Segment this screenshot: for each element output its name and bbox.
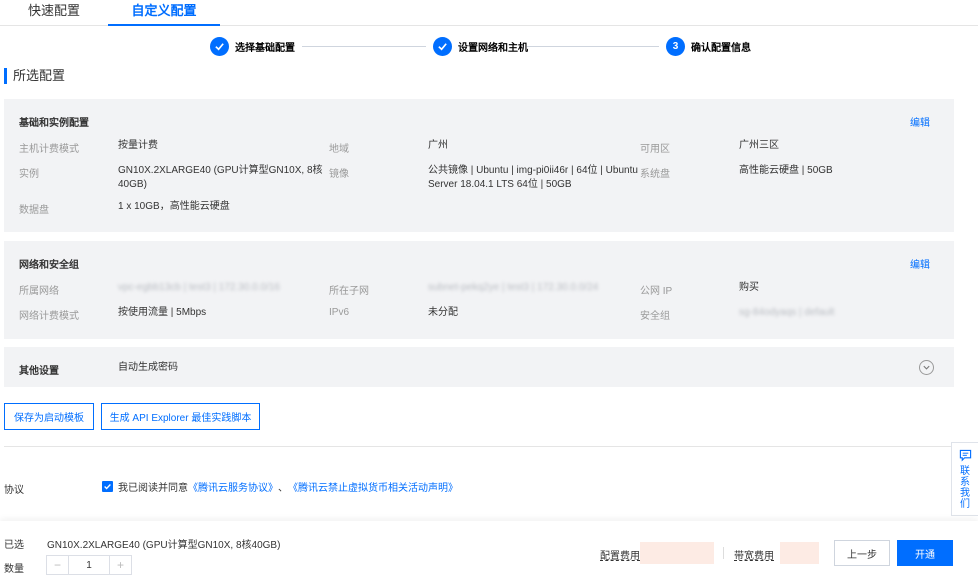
wizard-steps: 选择基础配置 设置网络和主机 3 确认配置信息 bbox=[0, 36, 978, 58]
quantity-increment-button[interactable]: + bbox=[109, 556, 131, 574]
ipv6-value: 未分配 bbox=[428, 307, 458, 318]
public-ip-value: 购买 bbox=[739, 282, 759, 293]
chat-icon bbox=[959, 449, 971, 462]
subnet-value: subnet-pekq2ye | test3 | 172.30.0.0/24 bbox=[428, 282, 599, 293]
open-instance-button[interactable]: 开通 bbox=[897, 540, 953, 566]
agreement-label: 协议 bbox=[4, 485, 24, 496]
instance-label: 实例 bbox=[19, 169, 39, 180]
quantity-input[interactable]: 1 bbox=[69, 556, 109, 574]
service-agreement-link[interactable]: 《腾讯云服务协议》 bbox=[188, 479, 278, 494]
step-connector bbox=[527, 46, 659, 47]
billing-mode-value: 按量计费 bbox=[118, 140, 158, 151]
step-connector bbox=[302, 46, 426, 47]
step-label: 确认配置信息 bbox=[691, 42, 751, 54]
system-disk-value: 高性能云硬盘 | 50GB bbox=[739, 165, 833, 176]
subnet-label: 所在子网 bbox=[329, 286, 369, 297]
vpc-label: 所属网络 bbox=[19, 286, 59, 297]
agreement-separator: 、 bbox=[278, 483, 288, 494]
config-fee-label: 配置费用 bbox=[600, 551, 640, 562]
quantity-stepper: − 1 + bbox=[46, 555, 132, 575]
public-ip-label: 公网 IP bbox=[640, 286, 673, 297]
step-label: 设置网络和主机 bbox=[458, 42, 528, 54]
save-as-template-button[interactable]: 保存为启动模板 bbox=[4, 403, 94, 430]
security-group-value: sg-84odyaqs | default bbox=[739, 307, 835, 318]
instance-value: GN10X.2XLARGE40 (GPU计算型GN10X, 8核 40GB) bbox=[118, 164, 323, 192]
network-billing-value: 按使用流量 | 5Mbps bbox=[118, 307, 207, 318]
agreement-row: 我已阅读并同意 《腾讯云服务协议》 、 《腾讯云禁止虚拟货币相关活动声明》 bbox=[102, 479, 458, 494]
divider bbox=[723, 547, 724, 559]
panel-title: 其他设置 bbox=[19, 366, 59, 377]
edit-basic-link[interactable]: 编辑 bbox=[910, 114, 930, 129]
zone-label: 可用区 bbox=[640, 144, 670, 155]
previous-step-button[interactable]: 上一步 bbox=[834, 540, 890, 566]
check-icon bbox=[104, 484, 111, 490]
check-icon bbox=[210, 36, 229, 56]
expand-other-settings-button[interactable] bbox=[919, 360, 934, 375]
chevron-down-icon bbox=[923, 365, 930, 370]
crypto-statement-link[interactable]: 《腾讯云禁止虚拟货币相关活动声明》 bbox=[288, 479, 458, 494]
region-value: 广州 bbox=[428, 140, 448, 151]
security-group-label: 安全组 bbox=[640, 311, 670, 322]
tab-quick-config[interactable]: 快速配置 bbox=[16, 0, 92, 26]
api-explorer-script-button[interactable]: 生成 API Explorer 最佳实践脚本 bbox=[101, 403, 260, 430]
step-number: 3 bbox=[666, 36, 685, 56]
page-title: 所选配置 bbox=[4, 68, 65, 84]
instance-value-line: 40GB) bbox=[118, 179, 147, 190]
panel-title: 基础和实例配置 bbox=[19, 118, 89, 129]
data-disk-value: 1 x 10GB，高性能云硬盘 bbox=[118, 201, 230, 212]
check-icon bbox=[433, 36, 452, 56]
panel-title: 网络和安全组 bbox=[19, 260, 79, 271]
step-label: 选择基础配置 bbox=[235, 42, 295, 54]
config-fee-value bbox=[640, 542, 714, 564]
agreement-text: 我已阅读并同意 bbox=[118, 483, 188, 494]
billing-mode-label: 主机计费模式 bbox=[19, 144, 79, 155]
image-value: 公共镜像 | Ubuntu | img-pi0ii46r | 64位 | Ubu… bbox=[428, 164, 638, 192]
zone-value: 广州三区 bbox=[739, 140, 779, 151]
instance-value-line: GN10X.2XLARGE40 (GPU计算型GN10X, 8核 bbox=[118, 165, 323, 176]
contact-us-label: 联系我们 bbox=[960, 466, 970, 510]
image-label: 镜像 bbox=[329, 169, 349, 180]
bandwidth-fee-label: 带宽费用 bbox=[734, 551, 774, 562]
vpc-value: vpc-egbb13cb | test3 | 172.30.0.0/16 bbox=[118, 282, 280, 293]
contact-us-widget[interactable]: 联系我们 bbox=[951, 442, 978, 516]
data-disk-label: 数据盘 bbox=[19, 205, 49, 216]
edit-network-link[interactable]: 编辑 bbox=[910, 256, 930, 271]
config-tabs: 快速配置 自定义配置 bbox=[0, 0, 978, 26]
selected-label: 已选 bbox=[4, 540, 24, 551]
network-security-panel: 网络和安全组 编辑 所属网络 vpc-egbb13cb | test3 | 17… bbox=[4, 241, 954, 339]
quantity-label: 数量 bbox=[4, 564, 24, 575]
divider bbox=[4, 446, 954, 447]
other-settings-panel: 其他设置 自动生成密码 bbox=[4, 347, 954, 387]
tab-custom-config[interactable]: 自定义配置 bbox=[108, 0, 220, 26]
image-value-line: 公共镜像 | Ubuntu | img-pi0ii46r | 64位 | Ubu… bbox=[428, 165, 638, 176]
quantity-decrement-button[interactable]: − bbox=[47, 556, 69, 574]
basic-config-panel: 基础和实例配置 编辑 主机计费模式 按量计费 地域 广州 可用区 广州三区 实例… bbox=[4, 99, 954, 232]
step-confirm: 3 确认配置信息 bbox=[666, 36, 751, 56]
step-network-host[interactable]: 设置网络和主机 bbox=[433, 36, 528, 56]
agreement-checkbox[interactable] bbox=[102, 481, 113, 492]
order-summary-bar: 已选 GN10X.2XLARGE40 (GPU计算型GN10X, 8核40GB)… bbox=[0, 521, 978, 579]
system-disk-label: 系统盘 bbox=[640, 169, 670, 180]
region-label: 地域 bbox=[329, 144, 349, 155]
step-basic-config[interactable]: 选择基础配置 bbox=[210, 36, 295, 56]
password-mode-value: 自动生成密码 bbox=[118, 362, 178, 373]
selected-instance-value: GN10X.2XLARGE40 (GPU计算型GN10X, 8核40GB) bbox=[47, 540, 281, 551]
image-value-line: Server 18.04.1 LTS 64位 | 50GB bbox=[428, 179, 572, 190]
bandwidth-fee-value bbox=[780, 542, 819, 564]
network-billing-label: 网络计费模式 bbox=[19, 311, 79, 322]
ipv6-label: IPv6 bbox=[329, 307, 350, 318]
